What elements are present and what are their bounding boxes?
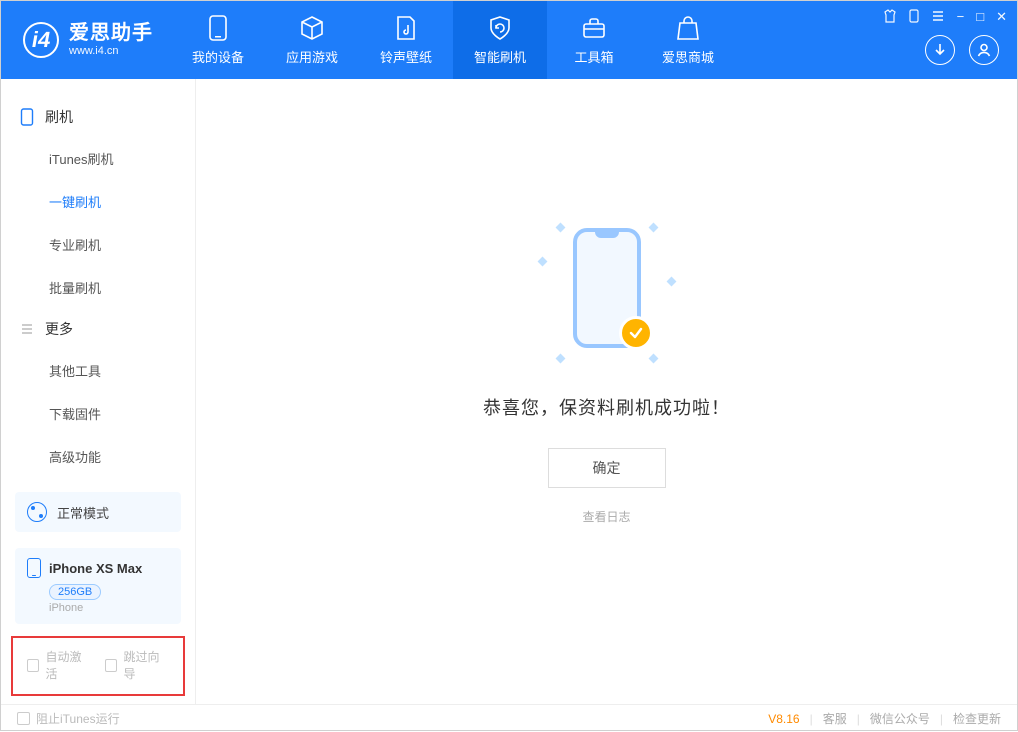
logo-icon: i4	[23, 22, 59, 58]
cube-icon	[299, 15, 325, 41]
phone-icon	[205, 15, 231, 41]
app-url: www.i4.cn	[69, 45, 153, 58]
checkbox-box	[27, 659, 39, 672]
close-button[interactable]: ✕	[996, 9, 1007, 25]
tab-label: 我的设备	[192, 47, 244, 66]
checkbox-box	[17, 712, 30, 725]
header-right-icons	[925, 35, 999, 65]
music-file-icon	[393, 15, 419, 41]
checkbox-auto-activate[interactable]: 自动激活	[27, 648, 91, 682]
sidebar-item-itunes[interactable]: iTunes刷机	[1, 137, 195, 180]
account-button[interactable]	[969, 35, 999, 65]
section-label: 更多	[45, 319, 73, 339]
highlighted-checkbox-row: 自动激活 跳过向导	[11, 636, 185, 696]
sidebar: 刷机 iTunes刷机 一键刷机 专业刷机 批量刷机 更多 其他工具 下载固件 …	[1, 79, 196, 704]
checkbox-label: 自动激活	[45, 648, 91, 682]
version-label: V8.16	[768, 712, 799, 726]
phone-small-icon[interactable]	[909, 9, 919, 25]
success-text: 恭喜您，保资料刷机成功啦！	[483, 394, 730, 420]
list-icon	[19, 321, 35, 337]
downloads-button[interactable]	[925, 35, 955, 65]
device-phone-icon	[27, 558, 41, 578]
storage-badge: 256GB	[49, 584, 101, 600]
tab-label: 应用游戏	[286, 47, 338, 66]
sidebar-item-advanced[interactable]: 高级功能	[1, 435, 195, 478]
checkbox-block-itunes[interactable]: 阻止iTunes运行	[17, 710, 120, 727]
tab-tools[interactable]: 工具箱	[547, 1, 641, 79]
skin-icon[interactable]	[883, 9, 897, 25]
footer-link-update[interactable]: 检查更新	[953, 710, 1001, 727]
mode-card[interactable]: 正常模式	[15, 492, 181, 532]
maximize-button[interactable]: □	[976, 9, 984, 25]
download-icon	[932, 42, 948, 58]
bag-icon	[675, 15, 701, 41]
tab-store[interactable]: 爱思商城	[641, 1, 735, 79]
user-icon	[976, 42, 992, 58]
checkbox-label: 阻止iTunes运行	[36, 710, 120, 727]
sidebar-item-other[interactable]: 其他工具	[1, 349, 195, 392]
main-content: 恭喜您，保资料刷机成功啦！ 确定 查看日志	[196, 79, 1017, 704]
toolbox-icon	[581, 15, 607, 41]
sidebar-item-onekey[interactable]: 一键刷机	[1, 180, 195, 223]
tab-label: 铃声壁纸	[380, 47, 432, 66]
checkbox-box	[105, 659, 117, 672]
footer-link-support[interactable]: 客服	[823, 710, 847, 727]
view-log-link[interactable]: 查看日志	[582, 508, 630, 525]
minimize-button[interactable]: −	[957, 9, 965, 25]
tab-apps[interactable]: 应用游戏	[265, 1, 359, 79]
tab-label: 智能刷机	[474, 47, 526, 66]
sidebar-item-pro[interactable]: 专业刷机	[1, 223, 195, 266]
tab-label: 工具箱	[574, 47, 613, 66]
ok-button[interactable]: 确定	[548, 448, 666, 488]
tab-ringtones[interactable]: 铃声壁纸	[359, 1, 453, 79]
window-controls: − □ ✕	[883, 9, 1007, 25]
checkbox-label: 跳过向导	[123, 648, 169, 682]
tab-label: 爱思商城	[662, 47, 714, 66]
footer: 阻止iTunes运行 V8.16 | 客服 | 微信公众号 | 检查更新	[1, 704, 1017, 732]
success-illustration	[527, 218, 687, 368]
check-badge-icon	[619, 316, 653, 350]
sidebar-item-firmware[interactable]: 下载固件	[1, 392, 195, 435]
logo-area: i4 爱思助手 www.i4.cn	[1, 1, 171, 79]
footer-right: V8.16 | 客服 | 微信公众号 | 检查更新	[768, 710, 1001, 727]
device-name: iPhone XS Max	[49, 561, 142, 576]
phone-outline-icon	[19, 109, 35, 125]
menu-icon[interactable]	[931, 9, 945, 25]
section-flash: 刷机	[1, 97, 195, 137]
main-tabs: 我的设备 应用游戏 铃声壁纸 智能刷机 工具箱 爱思商城	[171, 1, 735, 79]
app-name: 爱思助手	[69, 22, 153, 45]
app-header: i4 爱思助手 www.i4.cn 我的设备 应用游戏 铃声壁纸 智能刷机 工具…	[1, 1, 1017, 79]
mode-label: 正常模式	[57, 503, 109, 522]
section-label: 刷机	[45, 107, 73, 127]
device-card[interactable]: iPhone XS Max 256GB iPhone	[15, 548, 181, 624]
mode-icon	[27, 502, 47, 522]
app-body: 刷机 iTunes刷机 一键刷机 专业刷机 批量刷机 更多 其他工具 下载固件 …	[1, 79, 1017, 704]
sidebar-item-batch[interactable]: 批量刷机	[1, 266, 195, 309]
device-type: iPhone	[49, 602, 169, 614]
tab-device[interactable]: 我的设备	[171, 1, 265, 79]
logo-text: 爱思助手 www.i4.cn	[69, 22, 153, 58]
section-more: 更多	[1, 309, 195, 349]
tab-flash[interactable]: 智能刷机	[453, 1, 547, 79]
checkbox-skip-guide[interactable]: 跳过向导	[105, 648, 169, 682]
footer-link-wechat[interactable]: 微信公众号	[870, 710, 930, 727]
refresh-shield-icon	[487, 15, 513, 41]
